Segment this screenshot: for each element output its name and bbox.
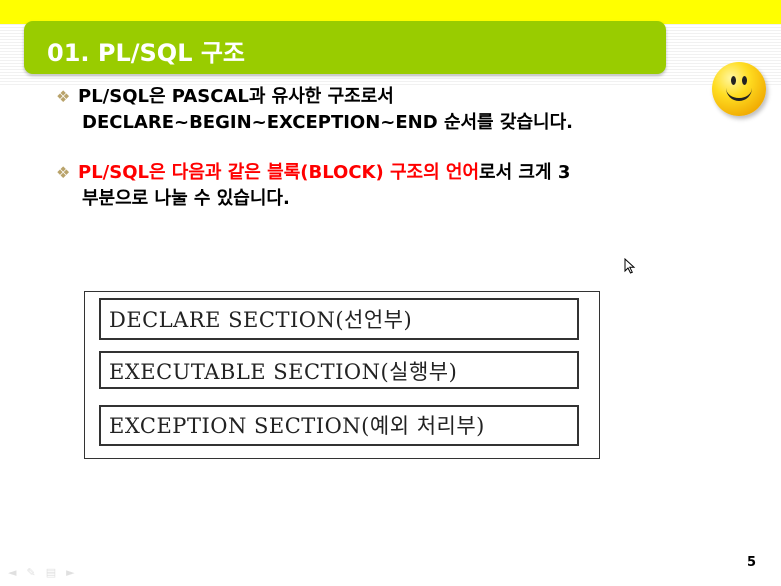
slide-title: 01. PL/SQL 구조 [47, 39, 246, 67]
bullet-item-2: ❖ PL/SQL은 다음과 같은 블록(BLOCK) 구조의 언어로서 크게 3 … [56, 160, 570, 212]
page-number: 5 [747, 555, 757, 570]
smiley-face-icon [712, 62, 766, 116]
next-arrow-icon[interactable]: ► [66, 566, 84, 579]
declare-section-box: DECLARE SECTION(선언부) [99, 298, 579, 340]
exception-section-box: EXCEPTION SECTION(예외 처리부) [99, 405, 579, 446]
executable-section-box: EXECUTABLE SECTION(실행부) [99, 351, 579, 389]
pen-icon[interactable]: ✎ [26, 566, 45, 579]
bullet-1-line-1: PL/SQL은 PASCAL과 유사한 구조로서 [78, 86, 394, 107]
smiley-mouth [726, 84, 752, 101]
bullet-1-line-2: DECLARE~BEGIN~EXCEPTION~END 순서를 갖습니다. [82, 112, 573, 133]
bullet-2-line-1-rest: 로서 크게 3 [479, 162, 571, 183]
mouse-cursor-icon [624, 258, 636, 274]
prev-arrow-icon[interactable]: ◄ [8, 566, 26, 579]
slide-nav-controls[interactable]: ◄✎▤► [8, 566, 85, 579]
bullet-diamond-icon: ❖ [56, 87, 71, 106]
block-structure-diagram: DECLARE SECTION(선언부) EXECUTABLE SECTION(… [84, 291, 600, 459]
bullet-item-1: ❖ PL/SQL은 PASCAL과 유사한 구조로서 DECLARE~BEGIN~… [56, 84, 573, 136]
bullet-diamond-icon: ❖ [56, 163, 71, 182]
menu-icon[interactable]: ▤ [46, 566, 66, 579]
bullet-2-highlight: PL/SQL은 다음과 같은 블록(BLOCK) 구조의 언어 [78, 162, 480, 183]
bullet-2-line-2: 부분으로 나눌 수 있습니다. [82, 188, 290, 209]
